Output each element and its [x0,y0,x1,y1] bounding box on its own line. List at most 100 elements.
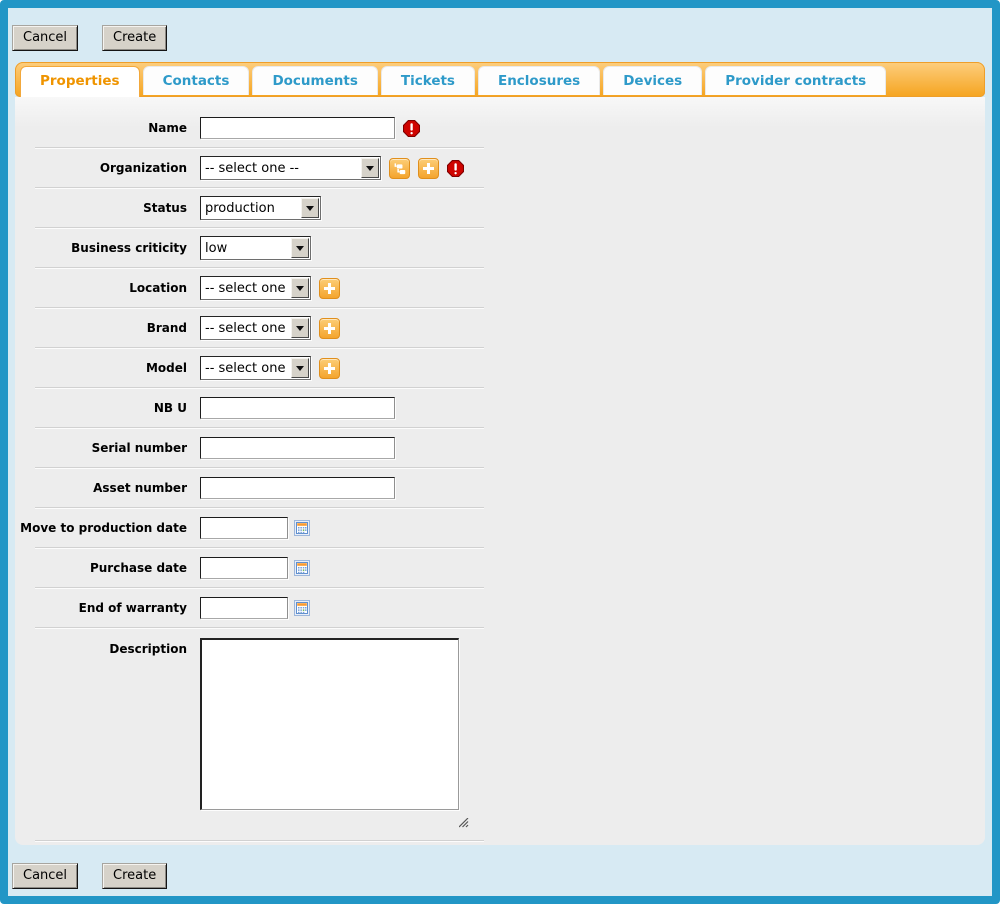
plus-icon [423,163,434,174]
create-object-window: Cancel Create PropertiesContactsDocument… [0,0,1000,904]
field-row-asset-number: Asset number [15,469,985,507]
mandatory-icon [403,120,420,137]
cancel-button-bottom[interactable]: Cancel [12,863,78,889]
location-select[interactable]: -- select one -- [200,276,311,300]
field-controls-business-criticity: low [200,236,311,260]
name-input[interactable] [200,117,395,139]
properties-tab-panel: NameOrganization-- select one --Statuspr… [15,97,985,845]
row-separator [35,840,484,842]
calendar-icon [294,520,310,536]
location-select-value: -- select one -- [201,277,290,299]
chevron-down-icon[interactable] [361,158,379,178]
bottom-action-toolbar: Cancel Create [8,845,992,896]
field-row-name: Name [15,109,985,147]
asset-number-input[interactable] [200,477,395,499]
field-label-description: Description [15,638,200,656]
location-add-button[interactable] [319,278,340,299]
field-controls-nb-u [200,397,395,419]
brand-select-value: -- select one -- [201,317,290,339]
mandatory-icon [447,160,464,177]
business-criticity-select[interactable]: low [200,236,311,260]
field-controls-model: -- select one -- [200,356,340,380]
field-label-purchase-date: Purchase date [15,561,200,575]
field-row-organization: Organization-- select one -- [15,149,985,187]
field-row-location: Location-- select one -- [15,269,985,307]
field-controls-move-to-production-date [200,517,310,539]
organization-add-button[interactable] [418,158,439,179]
create-button-bottom[interactable]: Create [102,863,167,889]
move-to-production-date-calendar-button[interactable] [294,520,310,536]
field-label-serial-number: Serial number [15,441,200,455]
organization-select[interactable]: -- select one -- [200,156,381,180]
chevron-down-icon[interactable] [291,238,309,258]
field-label-model: Model [15,361,200,375]
cancel-button-top[interactable]: Cancel [12,25,78,51]
plus-icon [324,283,335,294]
field-label-brand: Brand [15,321,200,335]
field-row-brand: Brand-- select one -- [15,309,985,347]
description-textarea-wrap [200,638,459,814]
end-of-warranty-calendar-button[interactable] [294,600,310,616]
field-label-asset-number: Asset number [15,481,200,495]
tab-bar: PropertiesContactsDocumentsTicketsEnclos… [15,62,985,97]
field-label-name: Name [15,121,200,135]
field-controls-location: -- select one -- [200,276,340,300]
field-label-location: Location [15,281,200,295]
field-row-status: Statusproduction [15,189,985,227]
model-add-button[interactable] [319,358,340,379]
field-controls-name [200,117,420,139]
model-select-value: -- select one -- [201,357,290,379]
tab-provider-contracts[interactable]: Provider contracts [705,66,886,95]
calendar-icon [294,600,310,616]
field-controls-asset-number [200,477,395,499]
top-action-toolbar: Cancel Create [8,8,992,62]
tab-tickets[interactable]: Tickets [381,66,475,95]
field-controls-status: production [200,196,321,220]
nb-u-input[interactable] [200,397,395,419]
field-row-move-to-production-date: Move to production date [15,509,985,547]
field-controls-description [200,638,459,814]
field-row-description: Description [15,629,985,840]
create-button-top[interactable]: Create [102,25,167,51]
description-textarea[interactable] [200,638,459,810]
end-of-warranty-input[interactable] [200,597,288,619]
status-select-value: production [201,197,300,219]
chevron-down-icon[interactable] [291,358,309,378]
field-label-move-to-production-date: Move to production date [15,521,200,535]
chevron-down-icon[interactable] [291,318,309,338]
status-select[interactable]: production [200,196,321,220]
brand-add-button[interactable] [319,318,340,339]
field-row-purchase-date: Purchase date [15,549,985,587]
field-row-nb-u: NB U [15,389,985,427]
field-row-model: Model-- select one -- [15,349,985,387]
field-label-status: Status [15,201,200,215]
field-row-serial-number: Serial number [15,429,985,467]
field-label-business-criticity: Business criticity [15,241,200,255]
model-select[interactable]: -- select one -- [200,356,311,380]
tab-documents[interactable]: Documents [252,66,377,95]
field-row-end-of-warranty: End of warranty [15,589,985,627]
serial-number-input[interactable] [200,437,395,459]
field-label-nb-u: NB U [15,401,200,415]
tab-enclosures[interactable]: Enclosures [478,66,600,95]
chevron-down-icon[interactable] [301,198,319,218]
chevron-down-icon[interactable] [291,278,309,298]
tab-contacts[interactable]: Contacts [143,66,250,95]
organization-select-value: -- select one -- [201,157,360,179]
brand-select[interactable]: -- select one -- [200,316,311,340]
field-controls-purchase-date [200,557,310,579]
purchase-date-calendar-button[interactable] [294,560,310,576]
calendar-icon [294,560,310,576]
move-to-production-date-input[interactable] [200,517,288,539]
purchase-date-input[interactable] [200,557,288,579]
field-controls-brand: -- select one -- [200,316,340,340]
field-row-business-criticity: Business criticitylow [15,229,985,267]
plus-icon [324,323,335,334]
tab-devices[interactable]: Devices [603,66,702,95]
resize-handle-icon[interactable] [459,818,469,828]
field-label-end-of-warranty: End of warranty [15,601,200,615]
hierarchy-icon [393,162,406,175]
field-controls-organization: -- select one -- [200,156,464,180]
organization-hierarchy-button[interactable] [389,158,410,179]
tab-properties[interactable]: Properties [20,66,140,97]
